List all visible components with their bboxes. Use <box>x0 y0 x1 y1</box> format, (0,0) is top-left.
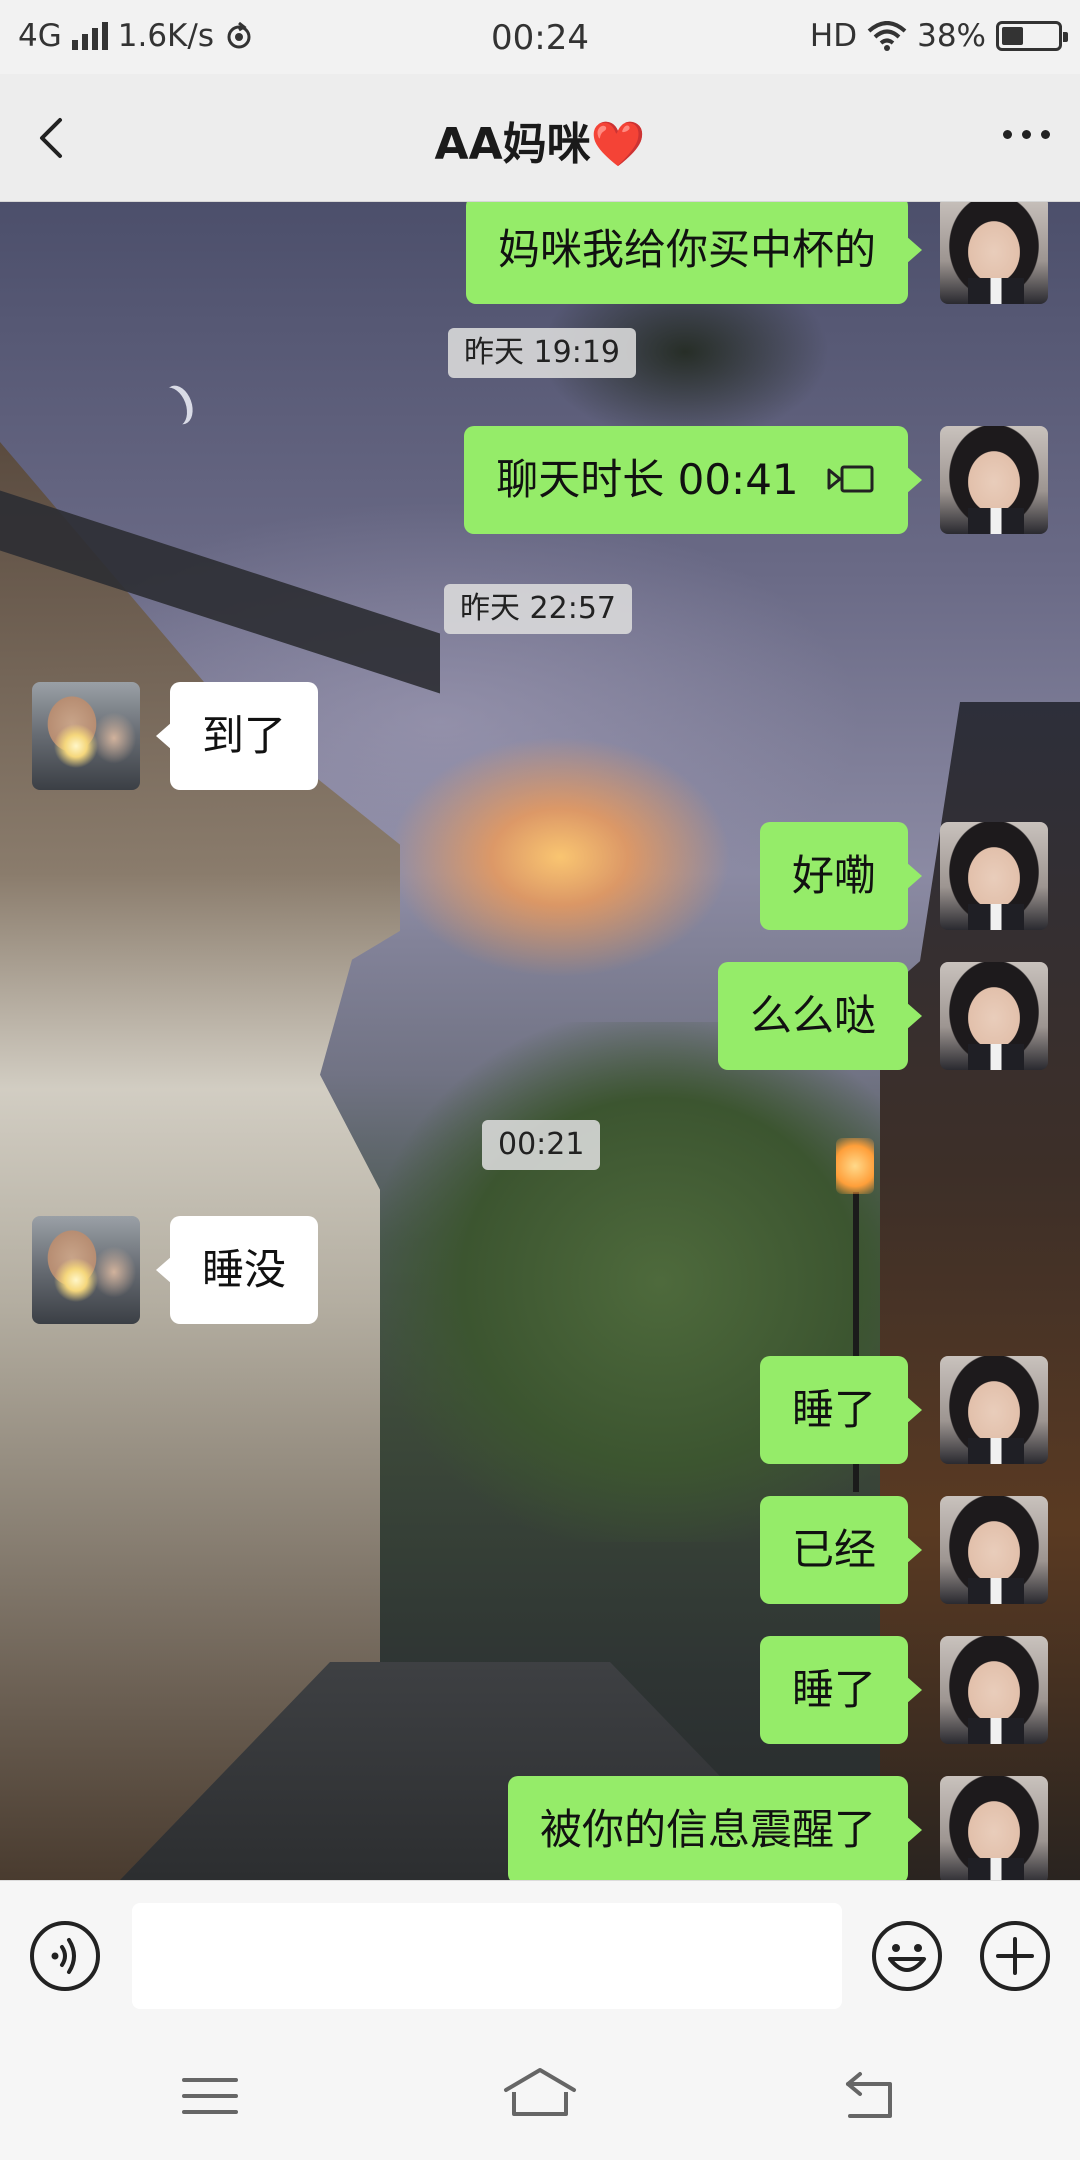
battery-fill <box>1002 27 1023 45</box>
contact-avatar[interactable] <box>32 1216 140 1324</box>
self-avatar[interactable] <box>940 1496 1048 1604</box>
heart-emoji: ❤️ <box>590 119 646 170</box>
more-options-icon[interactable] <box>1003 130 1050 139</box>
message-bubble-out[interactable]: 妈咪我给你买中杯的 <box>465 202 923 304</box>
self-avatar[interactable] <box>940 962 1048 1070</box>
self-avatar[interactable] <box>940 1776 1048 1880</box>
video-call-icon <box>827 465 874 492</box>
home-icon[interactable] <box>500 2064 580 2124</box>
self-avatar[interactable] <box>940 822 1048 930</box>
chat-title: AA妈咪❤️ <box>0 108 1080 172</box>
call-record-bubble[interactable]: 聊天时长 00:41 <box>464 426 922 534</box>
left-house-decoration <box>0 442 400 1880</box>
emoji-icon[interactable] <box>870 1919 944 1993</box>
message-bubble-out[interactable]: 好嘞 <box>759 822 923 930</box>
battery-percent: 38% <box>917 18 986 54</box>
timestamp: 昨天 22:57 <box>444 584 632 634</box>
street-lamp-decoration <box>836 1138 874 1194</box>
add-attachment-icon[interactable] <box>978 1919 1052 1993</box>
chat-header: AA妈咪❤️ <box>0 74 1080 202</box>
system-nav-bar <box>0 2030 1080 2160</box>
back-nav-icon[interactable] <box>840 2066 900 2124</box>
self-avatar[interactable] <box>940 202 1048 304</box>
status-bar: 4G 1.6K/s 00:24 HD 38% <box>0 0 1080 74</box>
menu-icon[interactable] <box>180 2068 240 2124</box>
self-avatar[interactable] <box>940 1356 1048 1464</box>
message-bubble-out[interactable]: 睡了 <box>759 1356 923 1464</box>
self-avatar[interactable] <box>940 426 1048 534</box>
message-bubble-out[interactable]: 睡了 <box>759 1636 923 1744</box>
contact-avatar[interactable] <box>32 682 140 790</box>
chat-area[interactable]: 妈咪我给你买中杯的 昨天 19:19 聊天时长 00:41 昨天 22:57 到… <box>0 202 1080 1880</box>
input-bar <box>0 1880 1080 2030</box>
self-avatar[interactable] <box>940 1636 1048 1744</box>
message-bubble-out[interactable]: 么么哒 <box>717 962 923 1070</box>
timestamp: 00:21 <box>482 1120 601 1170</box>
message-bubble-in[interactable]: 睡没 <box>155 1216 319 1324</box>
battery-icon <box>996 21 1068 51</box>
message-bubble-out[interactable]: 已经 <box>759 1496 923 1604</box>
timestamp: 昨天 19:19 <box>448 328 636 378</box>
voice-input-icon[interactable] <box>28 1919 102 1993</box>
wifi-icon <box>867 21 907 51</box>
left-roof-decoration <box>0 490 440 694</box>
message-bubble-in[interactable]: 到了 <box>155 682 319 790</box>
hd-badge: HD <box>809 18 858 54</box>
trees-decoration <box>380 1022 940 1542</box>
status-right: HD 38% <box>809 18 1068 54</box>
contact-name: AA妈咪 <box>434 119 591 170</box>
call-duration-text: 聊天时长 00:41 <box>496 455 799 504</box>
message-input[interactable] <box>132 1903 842 2009</box>
message-bubble-out[interactable]: 被你的信息震醒了 <box>507 1776 923 1880</box>
moon-decoration <box>154 384 192 430</box>
